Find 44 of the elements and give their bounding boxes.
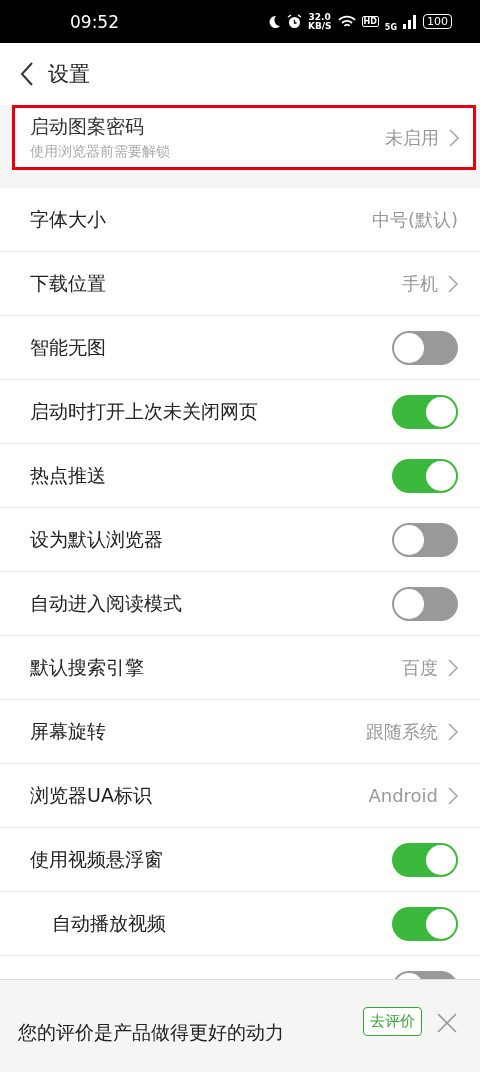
- setting-value: 跟随系统: [366, 719, 438, 744]
- setting-label: 字体大小: [30, 206, 107, 232]
- close-button[interactable]: [436, 1012, 458, 1034]
- setting-label: 启动时打开上次未关闭网页: [30, 398, 259, 424]
- toggle-switch[interactable]: [392, 522, 458, 557]
- chevron-right-icon: [449, 128, 459, 147]
- setting-label: 浏览器UA标识: [30, 782, 153, 808]
- setting-value: Android: [368, 785, 438, 806]
- setting-label: 自动播放视频: [52, 910, 167, 936]
- pattern-lock-item[interactable]: 启动图案密码 使用浏览器前需要解锁 未启用: [12, 105, 476, 170]
- setting-label: 智能无图: [30, 334, 107, 360]
- toggle-switch[interactable]: [392, 842, 458, 877]
- alarm-clock-icon: [286, 14, 302, 29]
- setting-label: 默认搜索引擎: [30, 654, 145, 680]
- network-speed: 32.0: [308, 12, 331, 22]
- battery-level: 100: [423, 14, 452, 29]
- item-label: 启动图案密码: [30, 114, 145, 139]
- item-subtitle: 使用浏览器前需要解锁: [30, 143, 171, 161]
- back-button[interactable]: [20, 62, 34, 86]
- setting-label: 下载位置: [30, 270, 107, 296]
- close-icon: [436, 1012, 458, 1034]
- wifi-icon: [337, 14, 356, 29]
- item-value: 未启用: [385, 125, 439, 150]
- page-title: 设置: [48, 61, 90, 88]
- network-type: 5G: [384, 23, 397, 32]
- toggle-switch[interactable]: [392, 394, 458, 429]
- signal-icon: [403, 14, 417, 29]
- setting-label: 使用视频悬浮窗: [30, 846, 164, 872]
- setting-label: 热点推送: [30, 462, 107, 488]
- speed-unit: KB/S: [307, 21, 332, 31]
- toggle-switch[interactable]: [392, 458, 458, 493]
- toggle-switch[interactable]: [392, 586, 458, 621]
- setting-value: 中号(默认): [371, 207, 458, 232]
- setting-label: 屏幕旋转: [30, 718, 107, 744]
- setting-value: 百度: [402, 655, 438, 680]
- toggle-switch[interactable]: [392, 330, 458, 365]
- setting-label: 自动进入阅读模式: [30, 590, 183, 616]
- setting-value: 手机: [402, 271, 438, 296]
- back-icon: [20, 62, 34, 86]
- setting-label: 设为默认浏览器: [30, 526, 164, 552]
- hd-badge: HD: [361, 16, 379, 27]
- toggle-switch[interactable]: [392, 906, 458, 941]
- clock: 09:52: [70, 11, 120, 32]
- rating-prompt: 您的评价是产品做得更好的动力: [18, 1020, 285, 1045]
